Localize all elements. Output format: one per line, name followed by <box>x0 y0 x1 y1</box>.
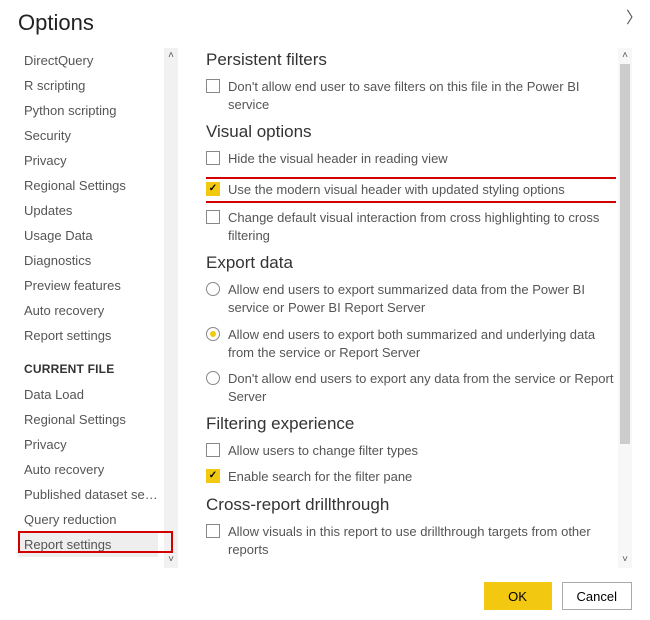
checkbox-persistent-dont-allow[interactable] <box>206 79 220 93</box>
label-export-none: Don't allow end users to export any data… <box>228 370 616 406</box>
sidebar-item-cf-auto-recovery[interactable]: Auto recovery <box>18 457 158 482</box>
dialog-title: Options <box>18 10 632 36</box>
label-hide-visual-header: Hide the visual header in reading view <box>228 150 616 168</box>
sidebar-item-privacy[interactable]: Privacy <box>18 148 158 173</box>
sidebar-item-cf-published-dataset-set-[interactable]: Published dataset set... <box>18 482 158 507</box>
section-visual-options: Visual options <box>206 122 616 142</box>
checkbox-enable-search-filter-pane[interactable] <box>206 469 220 483</box>
sidebar-item-cf-regional-settings[interactable]: Regional Settings <box>18 407 158 432</box>
dialog-footer: OK Cancel <box>484 582 632 610</box>
checkbox-change-default-interaction[interactable] <box>206 210 220 224</box>
checkbox-hide-visual-header[interactable] <box>206 151 220 165</box>
sidebar-item-directquery[interactable]: DirectQuery <box>18 48 158 73</box>
checkbox-allow-drillthrough-targets[interactable] <box>206 524 220 538</box>
label-allow-change-filter-types: Allow users to change filter types <box>228 442 616 460</box>
scroll-up-icon[interactable]: ˄ <box>164 48 178 64</box>
sidebar-item-cf-report-settings[interactable]: Report settings <box>18 532 158 557</box>
sidebar-header-current-file: CURRENT FILE <box>18 348 174 382</box>
label-enable-search-filter-pane: Enable search for the filter pane <box>228 468 616 486</box>
sidebar-item-auto-recovery[interactable]: Auto recovery <box>18 298 158 323</box>
radio-export-summarized[interactable] <box>206 282 220 296</box>
sidebar-item-preview-features[interactable]: Preview features <box>18 273 158 298</box>
sidebar-item-cf-privacy[interactable]: Privacy <box>18 432 158 457</box>
sidebar-item-cf-data-load[interactable]: Data Load <box>18 382 158 407</box>
sidebar-item-python-scripting[interactable]: Python scripting <box>18 98 158 123</box>
label-allow-drillthrough-targets: Allow visuals in this report to use dril… <box>228 523 616 559</box>
sidebar: DirectQueryR scriptingPython scriptingSe… <box>18 48 178 568</box>
section-filtering-experience: Filtering experience <box>206 414 616 434</box>
cancel-button[interactable]: Cancel <box>562 582 632 610</box>
sidebar-scrollbar[interactable]: ˄ ˅ <box>164 48 178 568</box>
checkbox-modern-visual-header[interactable] <box>206 182 220 196</box>
sidebar-item-regional-settings[interactable]: Regional Settings <box>18 173 158 198</box>
label-export-summarized: Allow end users to export summarized dat… <box>228 281 616 317</box>
highlight-modern-visual-header: Use the modern visual header with update… <box>206 177 616 203</box>
label-persistent-dont-allow: Don't allow end user to save filters on … <box>228 78 616 114</box>
content-scroll-up-icon[interactable]: ˄ <box>618 48 632 64</box>
sidebar-item-security[interactable]: Security <box>18 123 158 148</box>
checkbox-allow-change-filter-types[interactable] <box>206 443 220 457</box>
sidebar-item-report-settings[interactable]: Report settings <box>18 323 158 348</box>
radio-export-both[interactable] <box>206 327 220 341</box>
label-change-default-interaction: Change default visual interaction from c… <box>228 209 616 245</box>
label-modern-visual-header: Use the modern visual header with update… <box>228 181 614 199</box>
sidebar-item-cf-query-reduction[interactable]: Query reduction <box>18 507 158 532</box>
scroll-down-icon[interactable]: ˅ <box>164 552 178 568</box>
content-panel: Persistent filters Don't allow end user … <box>206 48 632 568</box>
ok-button[interactable]: OK <box>484 582 552 610</box>
content-scroll-down-icon[interactable]: ˅ <box>618 552 632 568</box>
content-scrollbar[interactable]: ˄ ˅ <box>618 48 632 568</box>
close-chevron-icon[interactable]: 〉 <box>626 4 642 28</box>
section-cross-report-drillthrough: Cross-report drillthrough <box>206 495 616 515</box>
section-export-data: Export data <box>206 253 616 273</box>
sidebar-item-updates[interactable]: Updates <box>18 198 158 223</box>
sidebar-item-r-scripting[interactable]: R scripting <box>18 73 158 98</box>
radio-export-none[interactable] <box>206 371 220 385</box>
content-scroll-thumb[interactable] <box>620 64 630 444</box>
section-persistent-filters: Persistent filters <box>206 50 616 70</box>
sidebar-item-diagnostics[interactable]: Diagnostics <box>18 248 158 273</box>
label-export-both: Allow end users to export both summarize… <box>228 326 616 362</box>
sidebar-item-usage-data[interactable]: Usage Data <box>18 223 158 248</box>
